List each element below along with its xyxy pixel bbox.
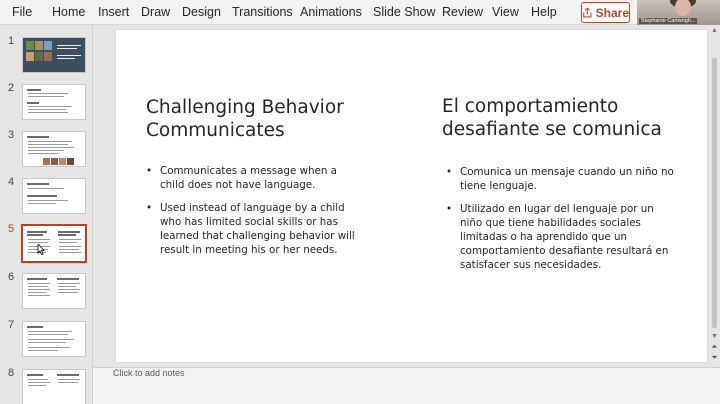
slide-thumbnail-6[interactable]	[22, 273, 86, 309]
thumb-photo	[43, 158, 50, 165]
share-icon	[583, 7, 592, 18]
menu-help[interactable]: Help	[531, 5, 557, 19]
bullet-list-english[interactable]: Communicates a message when a child does…	[146, 164, 361, 266]
menu-review[interactable]: Review	[442, 5, 483, 19]
slide-title-english[interactable]: Challenging Behavior Communicates	[146, 96, 386, 142]
next-slide-icon[interactable]: ⏷	[710, 354, 719, 362]
menu-design[interactable]: Design	[182, 5, 221, 19]
thumb-photo	[67, 158, 74, 165]
menu-view[interactable]: View	[492, 5, 519, 19]
thumb-number-6: 6	[8, 271, 15, 283]
menu-transitions[interactable]: Transitions	[232, 5, 293, 19]
menu-bar: File Home Insert Draw Design Transitions…	[0, 0, 720, 25]
bullet-item: Communicates a message when a child does…	[146, 164, 361, 192]
scroll-up-icon[interactable]: ▲	[710, 27, 719, 35]
slide-thumbnail-5[interactable]	[21, 224, 87, 263]
thumb-photo	[51, 158, 58, 165]
thumb-number-4: 4	[8, 176, 15, 188]
menu-animations[interactable]: Animations	[300, 5, 362, 19]
vertical-scrollbar[interactable]: ▲ ▼ ⏶ ⏷	[709, 25, 720, 367]
scroll-down-icon[interactable]: ▼	[710, 333, 719, 341]
bullet-item: Comunica un mensaje cuando un niño no ti…	[446, 165, 678, 193]
thumb-number-7: 7	[8, 319, 15, 331]
thumb-number-8: 8	[8, 367, 15, 379]
thumb-number-1: 1	[8, 35, 15, 47]
menu-home[interactable]: Home	[52, 5, 85, 19]
webcam-person-face	[675, 0, 691, 16]
menu-insert[interactable]: Insert	[98, 5, 129, 19]
slide-thumbnail-7[interactable]	[22, 321, 86, 357]
thumb-photo	[35, 41, 43, 50]
bullet-item: Used instead of language by a child who …	[146, 201, 361, 257]
webcam-overlay: Stephanie Cartwrigh...	[637, 0, 720, 25]
slide-thumbnail-8[interactable]	[22, 369, 86, 404]
previous-slide-icon[interactable]: ⏶	[710, 343, 719, 351]
slide-thumbnail-pane: 1 2 3 4 5 6 7 8	[0, 25, 93, 404]
webcam-name-label: Stephanie Cartwrigh...	[639, 18, 698, 24]
thumb-photo	[26, 52, 34, 61]
thumb-photo	[44, 41, 52, 50]
bullet-list-spanish[interactable]: Comunica un mensaje cuando un niño no ti…	[446, 165, 678, 281]
scrollbar-thumb[interactable]	[712, 58, 717, 328]
mouse-cursor-icon	[37, 244, 45, 255]
thumb-photo	[26, 41, 34, 50]
thumb-photo	[59, 158, 66, 165]
slide-thumbnail-1[interactable]	[22, 37, 86, 73]
thumb-photo	[44, 52, 52, 61]
share-button[interactable]: Share	[581, 2, 630, 23]
menu-file[interactable]: File	[12, 5, 32, 19]
slide-thumbnail-4[interactable]	[22, 178, 86, 214]
share-label: Share	[595, 5, 629, 20]
menu-draw[interactable]: Draw	[141, 5, 170, 19]
thumb-number-3: 3	[8, 129, 15, 141]
slide-canvas[interactable]: Challenging Behavior Communicates Commun…	[116, 30, 707, 362]
thumb-number-5: 5	[8, 223, 15, 235]
slide-thumbnail-3[interactable]	[22, 131, 86, 167]
thumb-number-2: 2	[8, 82, 15, 94]
bullet-item: Utilizado en lugar del lenguaje por un n…	[446, 202, 678, 272]
slide-title-spanish[interactable]: El comportamiento desafiante se comunica	[442, 95, 682, 141]
thumb-photo	[35, 52, 43, 61]
notes-placeholder: Click to add notes	[113, 368, 185, 378]
slide-thumbnail-2[interactable]	[22, 84, 86, 120]
menu-slide-show[interactable]: Slide Show	[373, 5, 436, 19]
notes-pane[interactable]: Click to add notes	[93, 367, 720, 404]
